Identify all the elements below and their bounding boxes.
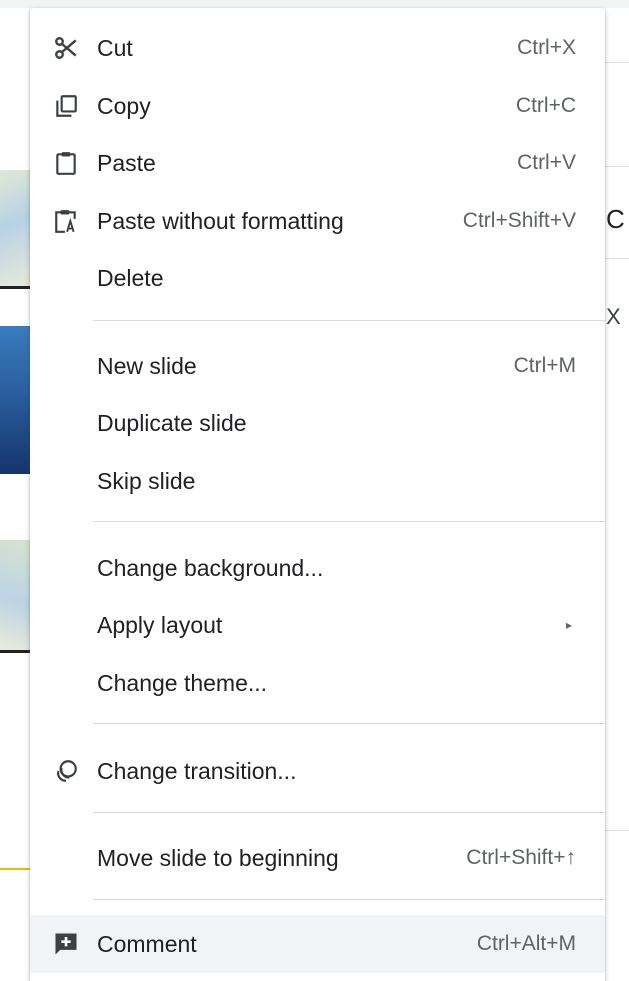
menu-item-label: Paste without formatting [97, 207, 344, 234]
menu-item-shortcut: Ctrl+C [515, 94, 576, 117]
menu-item-shortcut: Ctrl+X [517, 36, 576, 59]
clipboard-icon [50, 147, 82, 179]
menu-item-comment[interactable]: Comment Ctrl+Alt+M [30, 915, 605, 973]
menu-item-label: Duplicate slide [97, 409, 247, 436]
context-menu: Cut Ctrl+X Copy Ctrl+C Paste Ctrl+V Past… [30, 8, 605, 981]
menu-item-duplicate-slide[interactable]: Duplicate slide [30, 394, 605, 452]
menu-item-label: Change background... [97, 554, 324, 581]
menu-item-cut[interactable]: Cut Ctrl+X [30, 19, 605, 77]
menu-item-change-theme[interactable]: Change theme... [30, 654, 605, 712]
menu-item-shortcut: Ctrl+Shift+↑ [466, 846, 576, 869]
copy-icon [50, 90, 82, 122]
menu-item-delete[interactable]: Delete [30, 249, 605, 307]
slide-thumbnail-map-1[interactable] [0, 170, 30, 288]
menu-item-label: Change theme... [97, 669, 268, 696]
slide-text-fragment: X [606, 304, 621, 329]
menu-item-label: Delete [97, 264, 164, 291]
menu-separator [93, 723, 605, 724]
submenu-arrow-icon: ▸ [565, 618, 572, 632]
menu-item-label: New slide [97, 352, 197, 379]
menu-item-label: Cut [97, 34, 133, 61]
menu-item-shortcut: Ctrl+Shift+V [462, 209, 576, 232]
menu-item-apply-layout[interactable]: Apply layout ▸ [30, 596, 605, 654]
menu-item-label: Apply layout [97, 611, 223, 638]
transition-icon [50, 755, 82, 787]
clipboard-text-icon [50, 205, 82, 237]
scissors-icon [50, 32, 82, 64]
menu-item-label: Copy [97, 92, 151, 119]
menu-item-skip-slide[interactable]: Skip slide [30, 452, 605, 510]
slide-title-fragment: C [606, 204, 625, 234]
menu-item-move-slide-to-beginning[interactable]: Move slide to beginning Ctrl+Shift+↑ [30, 829, 605, 887]
menu-item-shortcut: Ctrl+V [517, 151, 576, 174]
menu-item-change-transition[interactable]: Change transition... [30, 742, 605, 800]
menu-item-paste[interactable]: Paste Ctrl+V [30, 134, 605, 192]
menu-item-shortcut: Ctrl+M [513, 354, 576, 377]
menu-separator [93, 521, 605, 522]
menu-separator [93, 899, 605, 900]
menu-item-new-slide[interactable]: New slide Ctrl+M [30, 337, 605, 395]
menu-item-copy[interactable]: Copy Ctrl+C [30, 77, 605, 135]
menu-item-change-background[interactable]: Change background... [30, 539, 605, 597]
menu-item-label: Paste [97, 149, 156, 176]
menu-separator [93, 320, 605, 321]
toolbar-strip [0, 0, 629, 8]
menu-item-label: Move slide to beginning [97, 844, 339, 871]
slide-thumbnail-photo[interactable] [0, 326, 30, 474]
menu-item-label: Comment [97, 930, 197, 957]
menu-item-shortcut: Ctrl+Alt+M [476, 932, 576, 955]
slide-thumbnail-map-2[interactable] [0, 540, 30, 650]
menu-item-label: Skip slide [97, 467, 196, 494]
menu-item-paste-without-formatting[interactable]: Paste without formatting Ctrl+Shift+V [30, 192, 605, 250]
menu-separator [93, 812, 605, 813]
add-comment-icon [50, 928, 82, 960]
menu-item-label: Change transition... [97, 757, 297, 784]
